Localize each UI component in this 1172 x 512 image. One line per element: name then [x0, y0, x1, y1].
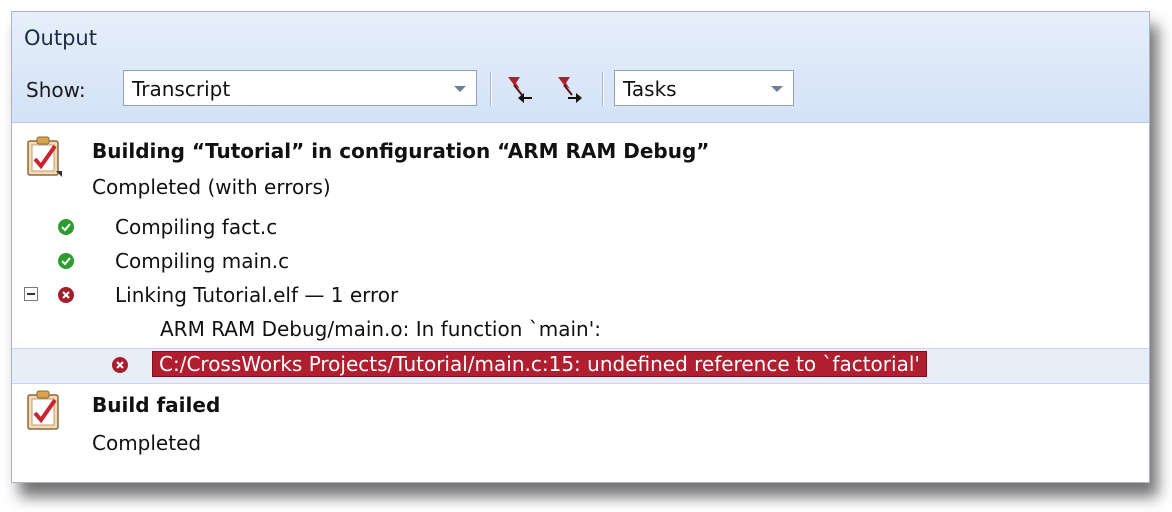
error-message: C:/CrossWorks Projects/Tutorial/main.c:1… — [152, 351, 927, 377]
list-item[interactable]: Compiling fact.c — [12, 211, 1149, 245]
build-heading-row[interactable]: Building “Tutorial” in configuration “AR… — [12, 135, 1149, 169]
toolbar-separator — [602, 72, 604, 106]
result-status-row: Completed — [12, 427, 1149, 461]
next-error-button[interactable] — [552, 71, 586, 105]
step-label: Linking Tutorial.elf — 1 error — [115, 283, 399, 307]
show-select-value: Transcript — [132, 77, 231, 101]
list-item[interactable]: Linking Tutorial.elf — 1 error — [12, 279, 1149, 313]
toolbar-separator — [490, 72, 492, 106]
result-status: Completed — [92, 431, 202, 455]
build-heading: Building “Tutorial” in configuration “AR… — [92, 139, 710, 163]
link-detail: ARM RAM Debug/main.o: In function `main'… — [160, 317, 601, 341]
next-error-icon — [558, 77, 582, 103]
previous-error-button[interactable] — [502, 71, 536, 105]
result-heading: Build failed — [92, 393, 221, 417]
build-status-row: Completed (with errors) — [12, 171, 1149, 205]
check-icon — [58, 253, 74, 269]
output-header: Output Show: Transcript Tasks — [12, 12, 1149, 123]
list-item[interactable]: ARM RAM Debug/main.o: In function `main'… — [12, 313, 1149, 347]
result-heading-row[interactable]: Build failed — [12, 389, 1149, 423]
chevron-down-icon[interactable] — [454, 86, 466, 92]
error-icon — [58, 287, 74, 303]
error-icon — [112, 357, 128, 373]
step-label: Compiling main.c — [115, 249, 290, 273]
check-icon — [58, 219, 74, 235]
output-toolbar: Show: Transcript Tasks — [12, 68, 1149, 110]
step-label: Compiling fact.c — [115, 215, 278, 239]
show-select[interactable]: Transcript — [123, 70, 477, 106]
tasks-select-value: Tasks — [623, 77, 677, 101]
transcript-content: Building “Tutorial” in configuration “AR… — [12, 123, 1149, 482]
panel-title: Output — [24, 26, 97, 50]
show-label: Show: — [26, 78, 86, 102]
previous-error-icon — [508, 77, 532, 103]
collapse-icon[interactable] — [24, 287, 38, 301]
error-row[interactable]: C:/CrossWorks Projects/Tutorial/main.c:1… — [12, 348, 1149, 384]
build-status: Completed (with errors) — [92, 175, 331, 199]
output-window: Output Show: Transcript Tasks Building “… — [11, 11, 1150, 483]
tasks-select[interactable]: Tasks — [614, 70, 794, 106]
list-item[interactable]: Compiling main.c — [12, 245, 1149, 279]
chevron-down-icon[interactable] — [771, 86, 783, 92]
